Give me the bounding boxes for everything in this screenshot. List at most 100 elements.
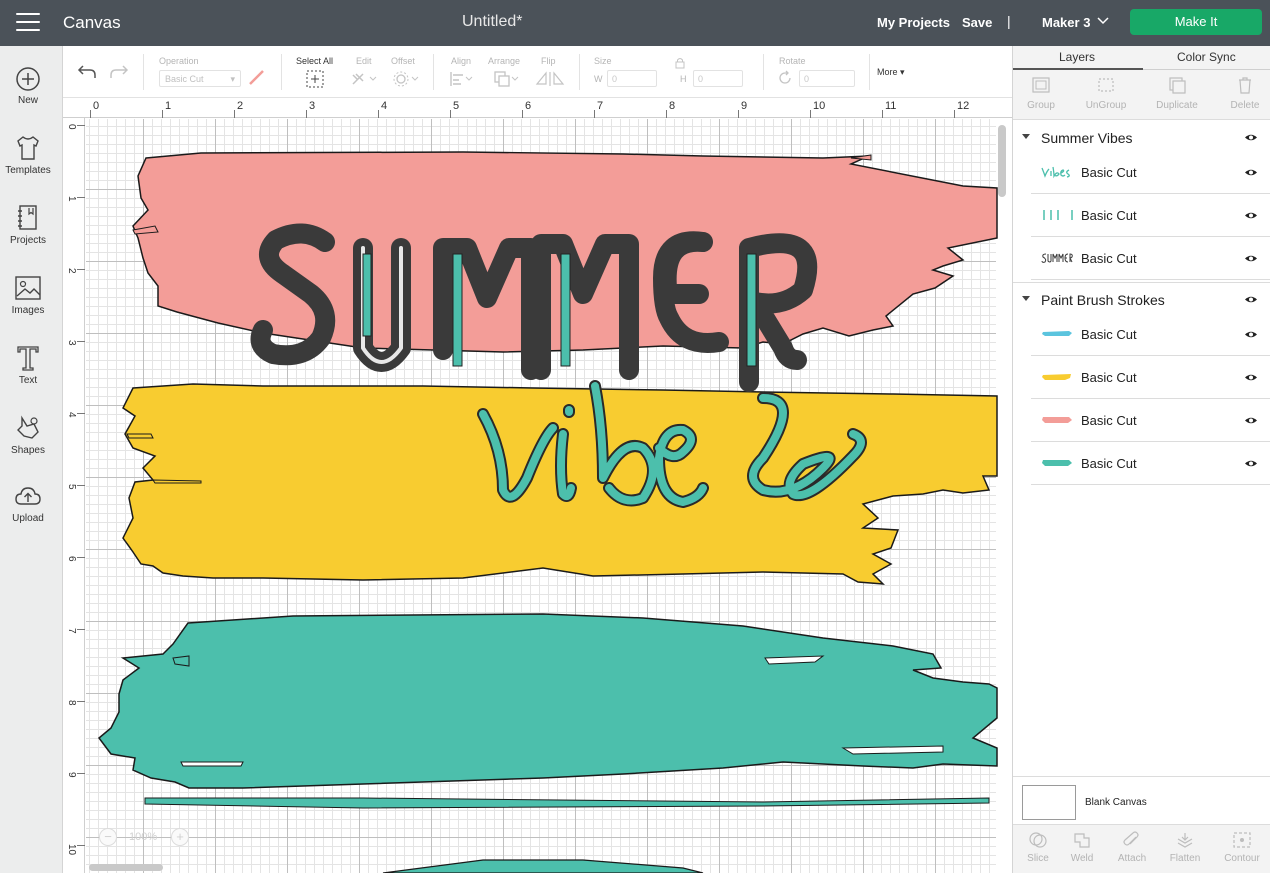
canvas-color-swatch[interactable] (1022, 785, 1076, 820)
sidebar-item-new[interactable]: New (0, 66, 56, 106)
layer-row[interactable]: Basic Cut (1031, 356, 1270, 399)
ruler-tick (882, 110, 883, 118)
ruler-tick (77, 413, 85, 414)
chevron-down-icon[interactable] (1097, 16, 1109, 26)
layer-name: Basic Cut (1081, 327, 1137, 342)
attach-button[interactable]: Attach (1107, 825, 1157, 864)
operation-select[interactable]: Basic Cut ▾ (159, 70, 241, 87)
layer-group-paint-brush-strokes[interactable]: Paint Brush Strokes (1013, 284, 1270, 314)
eye-icon[interactable] (1244, 133, 1258, 142)
sidebar-item-label: Text (18, 375, 38, 386)
group-name: Summer Vibes (1041, 130, 1133, 146)
document-title[interactable]: Untitled* (462, 13, 522, 31)
ruler-number: 9 (66, 772, 77, 778)
layer-name: Basic Cut (1081, 208, 1137, 223)
hamburger-menu-icon[interactable] (16, 13, 40, 33)
zoom-in-button[interactable]: + (171, 828, 189, 846)
eye-icon[interactable] (1244, 459, 1258, 468)
ruler-tick (594, 110, 595, 118)
height-input[interactable]: 0 (693, 70, 743, 87)
ruler-number: 8 (66, 700, 77, 706)
select-all-icon[interactable] (306, 70, 324, 88)
eye-icon[interactable] (1244, 330, 1258, 339)
eye-icon[interactable] (1244, 416, 1258, 425)
redo-icon[interactable] (109, 62, 129, 80)
pen-color-icon[interactable] (247, 68, 267, 86)
layer-row[interactable]: Basic Cut (1031, 442, 1270, 485)
layer-row[interactable]: Basic Cut (1031, 399, 1270, 442)
my-projects-link[interactable]: My Projects (877, 15, 950, 30)
flatten-button[interactable]: Flatten (1160, 825, 1210, 864)
eye-icon[interactable] (1244, 295, 1258, 304)
delete-button[interactable]: Delete (1217, 70, 1270, 111)
save-button[interactable]: Save (962, 15, 992, 30)
more-menu[interactable]: More ▾ (877, 67, 905, 78)
contour-label: Contour (1224, 853, 1260, 864)
ruler-number: 10 (813, 100, 826, 112)
machine-selector[interactable]: Maker 3 (1042, 15, 1090, 30)
sidebar-item-images[interactable]: Images (0, 274, 56, 316)
ruler-tick (77, 773, 85, 774)
contour-button[interactable]: Contour (1217, 825, 1267, 864)
sidebar-item-upload[interactable]: Upload (0, 484, 56, 524)
vibes-thumbnail-icon (1041, 166, 1070, 179)
edit-icon[interactable] (351, 70, 377, 88)
slice-button[interactable]: Slice (1013, 825, 1063, 864)
layer-row[interactable]: Basic Cut (1031, 194, 1270, 237)
shapes-icon (17, 415, 39, 439)
width-input[interactable]: 0 (607, 70, 657, 87)
sidebar-item-text[interactable]: Text (0, 344, 56, 386)
eye-icon[interactable] (1244, 168, 1258, 177)
tab-color-sync[interactable]: Color Sync (1177, 50, 1236, 64)
align-icon[interactable] (449, 70, 475, 88)
ruler-number: 1 (165, 100, 172, 112)
collapse-caret-icon[interactable] (1022, 134, 1030, 139)
text-icon (17, 346, 39, 371)
align-label: Align (451, 56, 472, 66)
offset-icon[interactable] (393, 70, 419, 88)
arrange-label: Arrange (488, 56, 521, 66)
layer-row[interactable]: Basic Cut (1031, 313, 1270, 356)
eye-icon[interactable] (1244, 211, 1258, 220)
design-canvas[interactable]: 0 1 2 3 4 5 6 7 8 9 10 11 12 0 1 2 3 4 5 6 7 8 9 10 − 100% + (63, 98, 1012, 873)
rotate-input[interactable]: 0 (799, 70, 855, 87)
duplicate-button[interactable]: Duplicate (1149, 70, 1205, 111)
ungroup-icon (1098, 78, 1114, 92)
offset-label: Offset (391, 56, 415, 66)
eye-icon[interactable] (1244, 254, 1258, 263)
collapse-caret-icon[interactable] (1022, 296, 1030, 301)
vertical-scrollbar[interactable] (998, 125, 1006, 197)
ruler-number: 11 (885, 100, 897, 112)
ruler-number: 2 (66, 268, 77, 274)
duplicate-label: Duplicate (1156, 100, 1198, 111)
horizontal-scrollbar[interactable] (89, 864, 163, 871)
teal-accent-bar (560, 253, 571, 367)
height-label: H (680, 74, 687, 84)
summer-thumbnail-icon (1041, 253, 1073, 263)
select-all-label: Select All (296, 56, 334, 66)
ruler-number: 3 (309, 100, 316, 112)
flip-icon[interactable] (535, 70, 565, 88)
undo-icon[interactable] (77, 62, 97, 80)
lock-icon[interactable] (674, 57, 686, 69)
layer-row[interactable]: Basic Cut (1031, 237, 1270, 280)
zoom-out-button[interactable]: − (99, 828, 117, 846)
ruler-tick (378, 110, 379, 118)
layer-group-summer-vibes[interactable]: Summer Vibes (1013, 122, 1270, 152)
sidebar-item-shapes[interactable]: Shapes (0, 414, 56, 456)
sidebar-item-templates[interactable]: Templates (0, 134, 56, 176)
ungroup-button[interactable]: UnGroup (1077, 70, 1135, 111)
layer-row[interactable]: Basic Cut (1031, 151, 1270, 194)
sidebar-item-projects[interactable]: Projects (0, 204, 56, 246)
arrange-icon[interactable] (493, 70, 519, 88)
notebook-icon (18, 205, 37, 230)
group-button[interactable]: Group (1013, 70, 1069, 111)
cloud-upload-icon (15, 487, 41, 505)
make-it-button[interactable]: Make It (1130, 9, 1262, 35)
ruler-tick (666, 110, 667, 118)
tab-layers[interactable]: Layers (1059, 50, 1095, 64)
ruler-tick (77, 269, 85, 270)
blank-canvas-row[interactable]: Blank Canvas (1013, 776, 1270, 824)
eye-icon[interactable] (1244, 373, 1258, 382)
weld-button[interactable]: Weld (1057, 825, 1107, 864)
